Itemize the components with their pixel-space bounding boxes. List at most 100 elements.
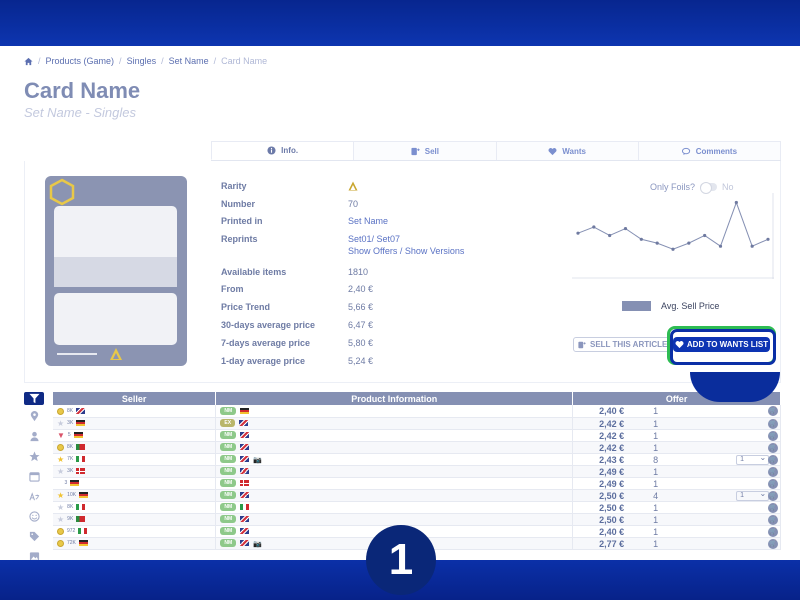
product-info-cell: NM — [215, 465, 574, 478]
avg1-value: 5,24 € — [348, 356, 374, 366]
tab-wants[interactable]: Wants — [495, 141, 638, 160]
seller-cell[interactable]: 72K — [53, 537, 217, 550]
cart-icon[interactable]: 🛒 — [768, 454, 779, 465]
offer-price: 2,50 € — [599, 502, 625, 513]
condition-badge: NM — [220, 527, 237, 536]
cart-icon[interactable]: 🛒 — [768, 430, 779, 441]
language-flag-icon — [240, 492, 250, 499]
seller-cell[interactable]: ★ 7K — [53, 453, 217, 466]
tab-comments[interactable]: Comments — [637, 141, 781, 160]
offer-price: 2,49 € — [599, 466, 625, 477]
seller-cell[interactable]: 972 — [53, 525, 217, 538]
seller-sales: 3K — [67, 468, 74, 475]
smiley-icon[interactable] — [24, 508, 44, 524]
attr-avg30: 30-days average price 6,47 € — [221, 320, 521, 334]
header-seller[interactable]: Seller — [53, 392, 217, 405]
language-icon[interactable] — [24, 488, 44, 504]
add-to-wants-button[interactable]: ADD TO WANTS LIST — [673, 337, 770, 352]
product-info-cell: NM — [215, 429, 574, 442]
offer-quantity: 1 — [653, 418, 659, 429]
attr-avg1: 1-day average price 5,24 € — [221, 356, 521, 370]
tab-info[interactable]: Info. — [211, 141, 354, 160]
cart-icon[interactable]: 🛒 — [768, 514, 779, 525]
quantity-select[interactable]: 1 — [736, 454, 770, 465]
seller-cell[interactable]: ★ 8K — [53, 501, 217, 514]
heart-icon — [548, 147, 557, 155]
sell-article-button[interactable]: SELL THIS ARTICLE — [573, 337, 675, 352]
product-info-cell: NM — [215, 501, 574, 514]
tags-icon[interactable] — [24, 528, 44, 544]
cart-icon[interactable]: 🛒 — [768, 406, 779, 416]
heart-icon: ▼ — [57, 430, 65, 440]
seller-cell[interactable]: ★ 3K — [53, 417, 217, 430]
image-icon[interactable] — [24, 548, 44, 560]
language-flag-icon — [240, 408, 250, 415]
chart-point — [687, 241, 691, 245]
breadcrumb-singles[interactable]: Singles — [127, 56, 157, 66]
seller-cell[interactable]: 8K — [53, 405, 217, 418]
cart-icon[interactable]: 🛒 — [768, 418, 779, 429]
table-row: 8K NM 2,40 € 1 🛒 — [53, 405, 781, 418]
offer-cell: 2,42 € 1 🛒 — [572, 441, 781, 454]
country-flag-icon — [78, 540, 88, 547]
seller-cell[interactable]: ★ 3K — [53, 465, 217, 478]
printed-in-link[interactable]: Set Name — [348, 216, 388, 226]
table-row: ★ 3K EX 2,42 €1 🛒 — [53, 417, 781, 430]
cart-icon[interactable]: 🛒 — [768, 526, 779, 537]
seller-badge-icon — [57, 443, 64, 451]
home-icon[interactable] — [24, 57, 33, 66]
seller-cell[interactable]: ★ 9K — [53, 513, 217, 526]
cart-icon[interactable]: 🛒 — [768, 502, 779, 513]
offer-quantity: 1 — [653, 514, 659, 525]
camera-icon[interactable]: 📷 — [253, 457, 262, 464]
cart-icon[interactable]: 🛒 — [768, 490, 779, 501]
product-info-cell: NM — [215, 441, 574, 454]
chart-point — [592, 225, 596, 229]
chart-point — [734, 200, 738, 205]
sell-article-label: SELL THIS ARTICLE — [590, 340, 668, 349]
seller-sales: 8K — [67, 444, 74, 451]
offer-price: 2,42 € — [599, 430, 625, 441]
chart-point — [671, 247, 675, 251]
cart-icon[interactable]: 🛒 — [768, 538, 779, 549]
seller-sales: 10K — [67, 492, 77, 499]
seller-cell[interactable]: ★ 10K — [53, 489, 217, 502]
chart-point — [718, 244, 723, 248]
offer-price: 2,77 € — [599, 538, 625, 549]
rarity-icon — [348, 181, 358, 191]
filter-funnel-icon[interactable] — [24, 392, 44, 405]
chart-point — [703, 233, 707, 238]
camera-icon[interactable]: 📷 — [253, 541, 262, 548]
chart-point — [750, 244, 754, 248]
seller-cell[interactable]: 3 — [53, 477, 217, 490]
breadcrumb-set[interactable]: Set Name — [169, 56, 209, 66]
offer-quantity: 1 — [653, 430, 659, 441]
breadcrumb-products[interactable]: Products (Game) — [46, 56, 115, 66]
quantity-select[interactable]: 1 — [736, 490, 770, 501]
offer-quantity: 1 — [653, 466, 659, 477]
foils-toggle[interactable] — [700, 182, 718, 194]
show-versions-link[interactable]: Show Offers / Show Versions — [348, 246, 464, 256]
card-art-band — [54, 257, 177, 287]
legend-label: Avg. Sell Price — [661, 301, 720, 311]
available-value: 1810 — [348, 267, 369, 277]
cart-icon[interactable]: 🛒 — [768, 478, 779, 489]
language-flag-icon — [240, 468, 250, 475]
table-row: 8K NM 2,42 € 1 🛒 — [53, 441, 781, 454]
cart-icon[interactable]: 🛒 — [768, 466, 779, 477]
from-value: 2,40 € — [348, 284, 374, 294]
heart-icon — [675, 341, 684, 349]
cart-icon[interactable]: 🛒 — [768, 442, 779, 453]
tab-sell[interactable]: Sell — [353, 141, 496, 160]
user-icon[interactable] — [24, 428, 44, 444]
avg30-value: 6,47 € — [348, 320, 374, 330]
star-icon[interactable] — [24, 448, 44, 464]
location-icon[interactable] — [24, 408, 44, 424]
calendar-icon[interactable] — [24, 468, 44, 484]
seller-cell[interactable]: ▼ 5 — [53, 429, 217, 442]
offer-price: 2,40 € — [599, 526, 625, 537]
seller-cell[interactable]: 8K — [53, 441, 217, 454]
reprints-value[interactable]: Set01/ Set07 — [348, 234, 400, 244]
number-value: 70 — [348, 199, 359, 209]
language-flag-icon — [240, 444, 250, 451]
